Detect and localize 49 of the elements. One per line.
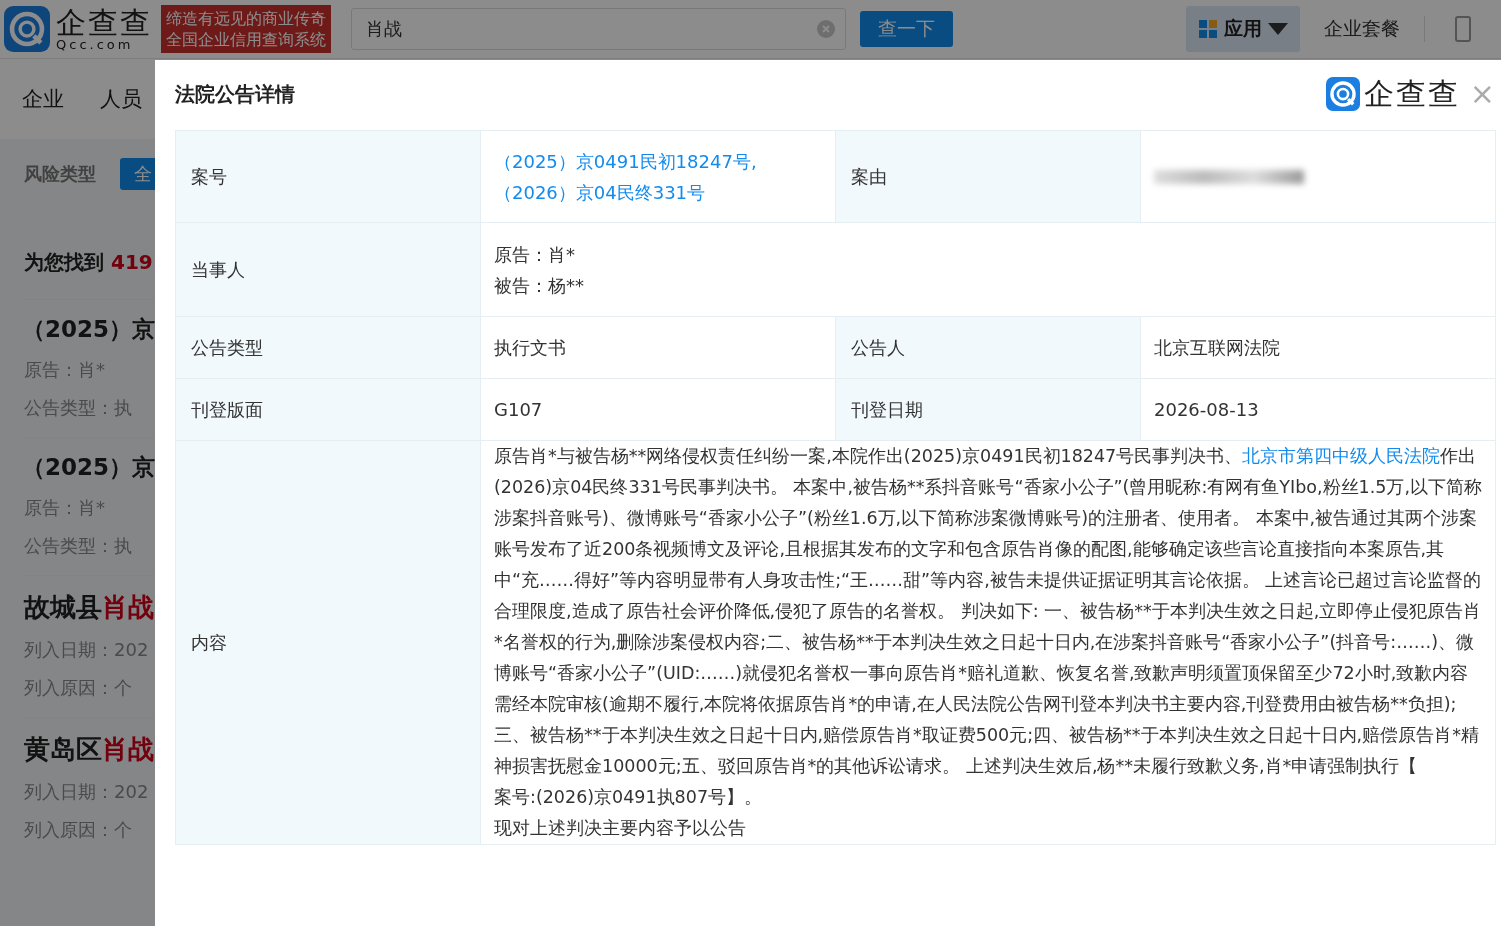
logo-icon	[4, 6, 50, 52]
grid-icon	[1198, 19, 1218, 39]
field-label: 案由	[835, 130, 1141, 223]
result-detail: 列入原因：个	[24, 818, 132, 842]
field-value: 2026-08-13	[1140, 378, 1496, 441]
field-value: G107	[480, 378, 836, 441]
search-field[interactable]: 肖战	[351, 8, 846, 50]
announcement-text: 现对上述判决主要内容予以公告	[494, 817, 747, 840]
result-title[interactable]: 黄岛区肖战	[24, 732, 154, 767]
result-detail: 列入日期：202	[24, 780, 149, 804]
party-name: 被告：杨**	[494, 273, 585, 298]
result-title[interactable]: （2025）京	[22, 314, 155, 345]
party-name: 原告：肖*	[494, 242, 576, 267]
nav-tab[interactable]: 人员	[100, 85, 142, 113]
dialog-title: 法院公告详情	[175, 80, 295, 108]
field-label: 案号	[175, 130, 481, 223]
field-label: 刊登日期	[835, 378, 1141, 441]
field-label: 刊登版面	[175, 378, 481, 441]
filter-label: 风险类型	[24, 162, 96, 186]
field-value: 北京互联网法院	[1140, 316, 1496, 379]
brand-name: 企查查	[1363, 74, 1460, 113]
announcement-text: 原告肖*与被告杨**网络侵权责任纠纷一案,本院作出(2025)京0491民初18247号民事判决书、北京市第四中级人民法院作出 (2026)京04民终331号民事判决书。 本案中,被告杨**系抖音账号“香家小公子”(曾用昵称:有网有鱼YIbo,粉丝1.5万,以下简称涉案抖音账号)、微博账号“香家小公子”(粉丝1.6万,以下简称涉案微博账号)的注册者、使用者。 本案中,被告通过其两个涉案账号发布了近200条视频博文及评论,且根据其发布的文字和包含原告肖像的配图,能够确定该些言论直接指向本案原告,其中“充……得好”等内容明显带有人身攻击性;“王……甜”等内容,被告未提供证据证明其言论依据。 上述言论已超过言论监督的合理限度,造成了原告社会评价降低,侵犯了原告的名誉权。 判决如下: 一、被告杨**于本判决生效之日起,立即停止侵犯原告肖*名誉权的行为,删除涉案侵权内容;二、被告杨**于本判决生效之日起十日内,在涉案抖音账号“香家小公子”(抖音号:……)、微博账号“香家小公子”(UID:……)就侵犯名誉权一事向原告肖*赔礼道歉、恢复名誉,致歉声明须置顶保留至少72小时,致歉内容需经本院审核(逾期不履行,本院将依据原告肖*的申请,在人民法院公告网刊登本判决书主要内容,刊登费用由被告杨**负担);三、被告杨**于本判决生效之日起十日内,赔偿原告肖*取证费500元;四、被告杨**于本判决生效之日起十日内,赔偿原告肖*精神损害抚慰金10000元;五、驳回原告肖*的其他诉讼请求。 上述判决生效后,杨**未履行致歉义务,肖*申请强制执行【	[494, 445, 1482, 778]
field-label: 内容	[175, 440, 481, 845]
court-link[interactable]: 北京市第四中级人民法院	[1242, 446, 1441, 466]
slogan-banner: 缔造有远见的商业传奇 全国企业信用查询系统	[161, 5, 331, 53]
phone-icon[interactable]	[1455, 16, 1471, 42]
field-label: 公告人	[835, 316, 1141, 379]
result-title[interactable]: 故城县肖战	[24, 590, 154, 625]
result-detail: 公告类型：执	[24, 396, 132, 420]
logo-domain: Qcc.com	[56, 37, 135, 51]
result-detail: 原告：肖*	[24, 496, 105, 520]
result-detail: 原告：肖*	[24, 358, 105, 382]
result-title[interactable]: （2025）京	[22, 452, 155, 483]
result-detail: 列入原因：个	[24, 676, 132, 700]
result-label: 为您找到	[24, 250, 105, 274]
nav-tab[interactable]: 企业	[22, 85, 64, 113]
apps-menu[interactable]: 应用	[1186, 6, 1300, 52]
clear-icon[interactable]	[817, 20, 835, 38]
announcement-text: 案号:(2026)京0491执807号】。	[494, 786, 764, 809]
result-count: 419	[110, 250, 153, 274]
logo-text: 企查查	[56, 7, 152, 38]
search-button[interactable]: 查一下	[860, 11, 953, 47]
field-value: 执行文书	[480, 316, 836, 379]
plan-link[interactable]: 企业套餐	[1300, 16, 1425, 42]
field-label: 当事人	[175, 222, 481, 317]
result-detail: 列入日期：202	[24, 638, 149, 662]
result-detail: 公告类型：执	[24, 534, 132, 558]
field-label: 公告类型	[175, 316, 481, 379]
logo-icon	[1325, 77, 1360, 111]
